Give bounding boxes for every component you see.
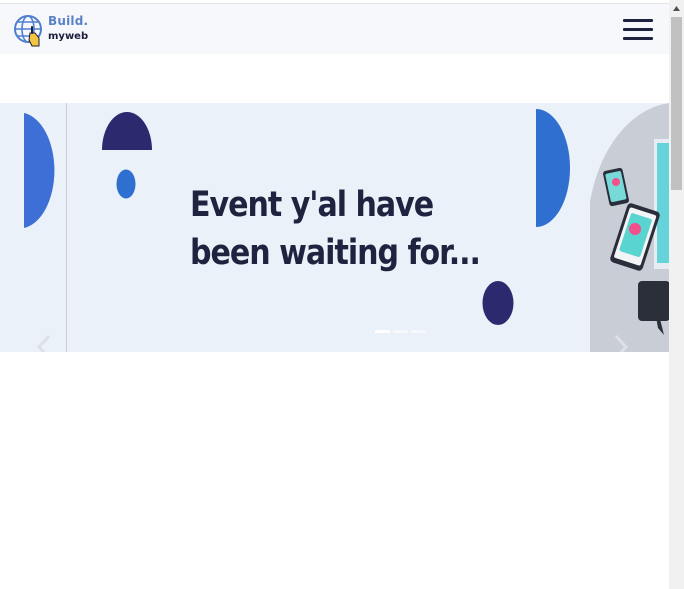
device-illustration [590,103,669,352]
hamburger-menu-icon[interactable] [620,16,656,44]
hero-carousel: Event y'al have been waiting for... [0,103,669,352]
scroll-up-button[interactable] [669,0,684,17]
logo-wordmark: Build. myweb [48,14,88,44]
carousel-indicator[interactable] [411,330,426,333]
globe-hand-icon [14,15,42,47]
carousel-indicators [375,330,429,334]
logo-line-2: myweb [48,31,89,42]
scrollbar-thumb[interactable] [671,17,682,190]
page-viewport: Build. myweb Event y'al have been waitin… [0,0,669,589]
chevron-left-icon [36,334,51,352]
hamburger-bar [623,19,653,22]
site-logo[interactable]: Build. myweb [13,13,88,49]
carousel-indicator[interactable] [375,330,390,333]
navy-circle-shape [482,281,514,325]
hamburger-bar [623,28,653,31]
hamburger-bar [623,37,653,40]
blue-half-circle-shape [536,109,570,227]
hero-headline-line-1: Event y'al have [190,185,434,225]
hero-headline: Event y'al have been waiting for... [190,181,481,277]
logo-line-1: Build. [48,14,89,28]
chevron-right-icon [614,334,629,352]
navy-half-circle-shape [102,112,152,150]
previous-slide-half-circle [24,113,55,228]
carousel-indicator[interactable] [393,330,408,333]
site-header: Build. myweb [0,3,669,54]
blue-oval-shape [116,169,136,199]
carousel-next-button[interactable] [605,332,635,352]
scroll-up-arrow-icon [673,6,680,11]
vertical-scrollbar[interactable] [669,0,684,589]
hero-headline-line-2: been waiting for... [190,233,481,273]
slide-divider [66,103,67,352]
carousel-prev-button[interactable] [30,332,60,352]
